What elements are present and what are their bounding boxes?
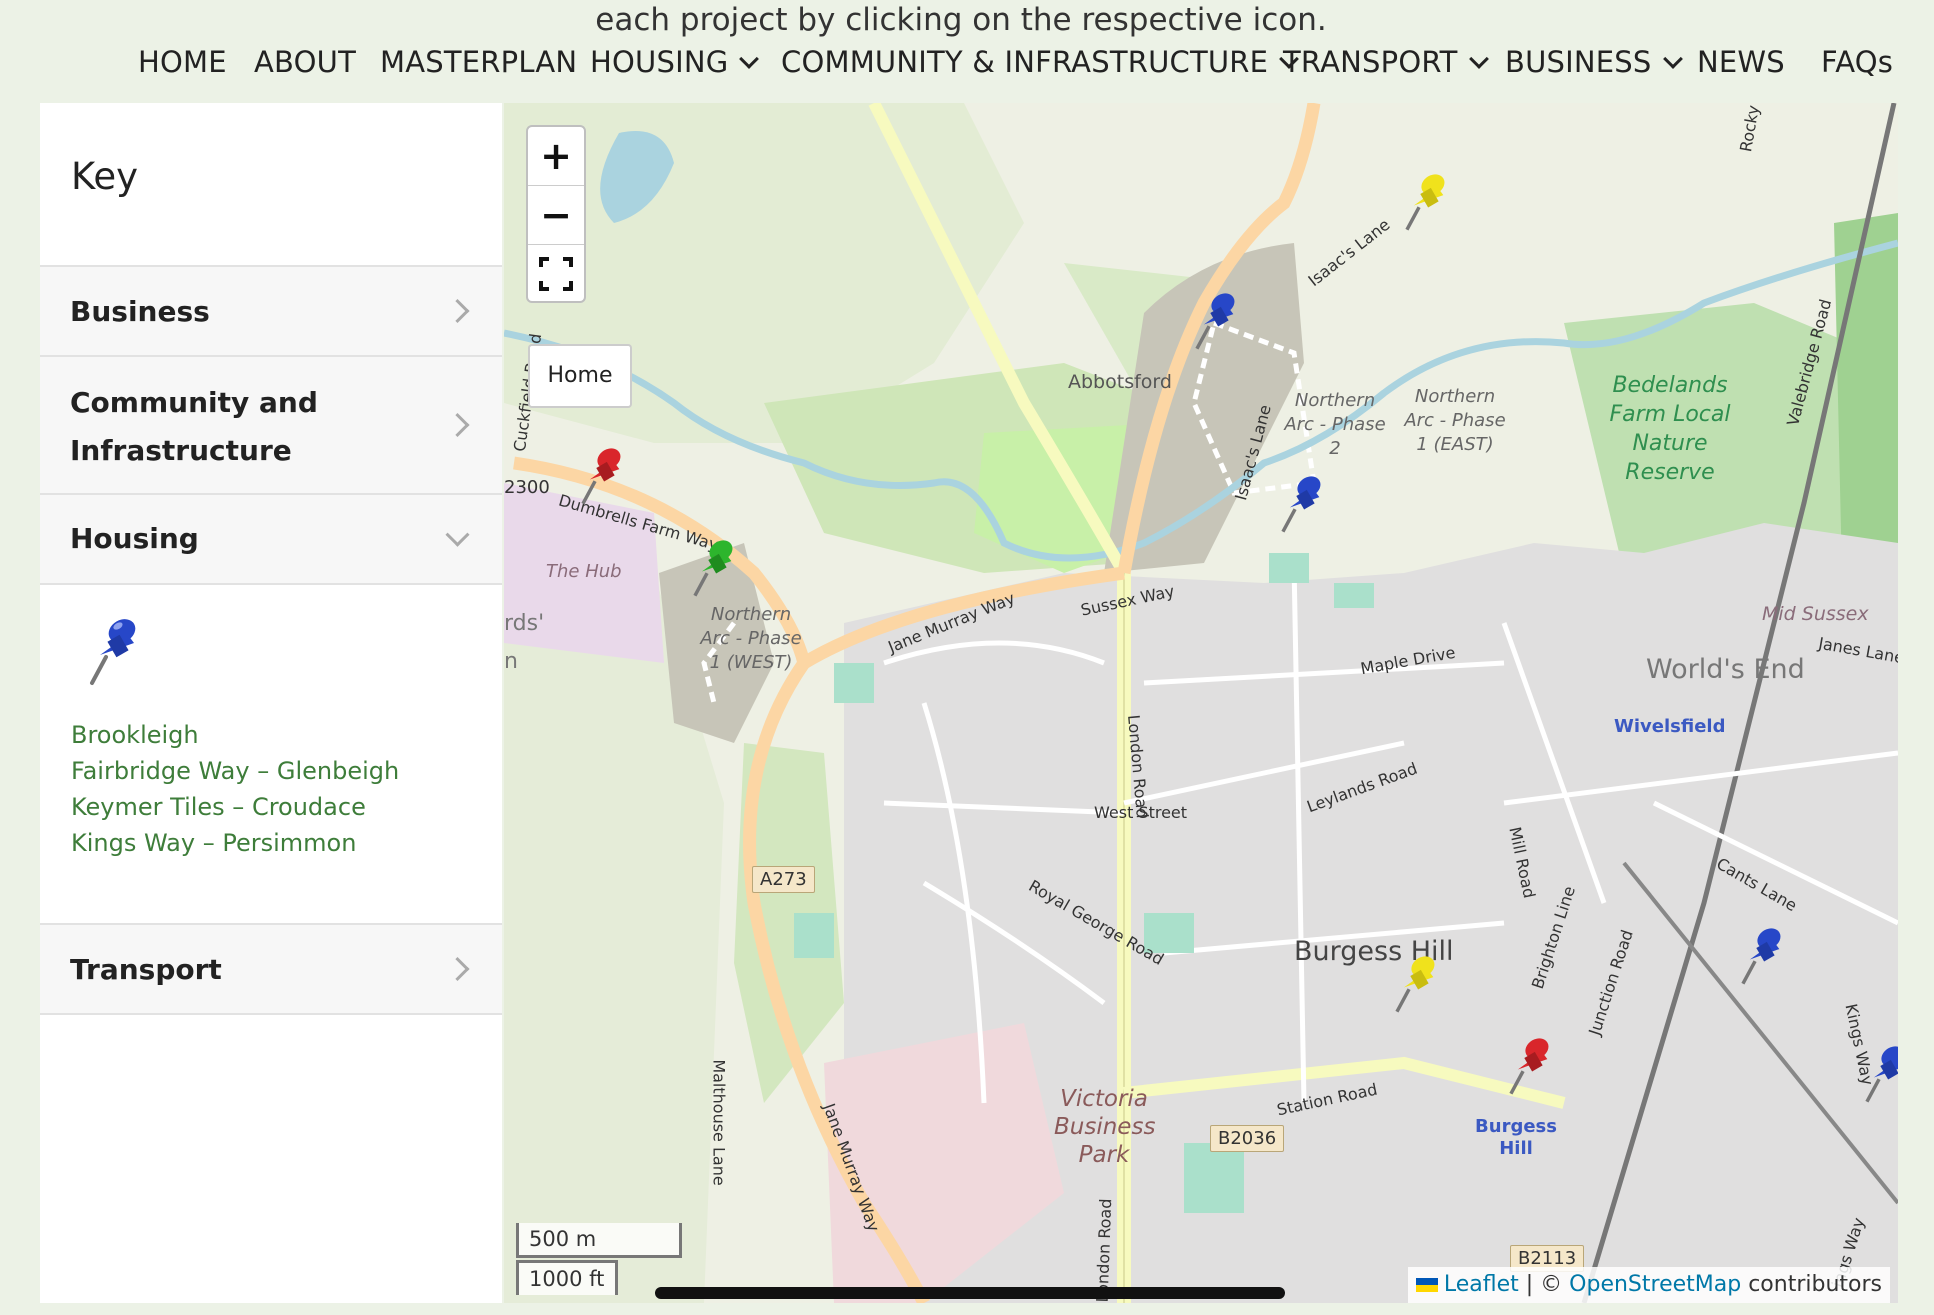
fullscreen-icon [539, 257, 573, 291]
accordion-label: Housing [70, 522, 199, 555]
nav-faqs[interactable]: FAQs [1821, 40, 1893, 84]
scale-metric: 500 m [516, 1223, 682, 1258]
chevron-right-icon [445, 298, 470, 324]
road-label-malthouse-lane: Malthouse Lane [709, 1059, 729, 1186]
red-pushpin-marker[interactable] [576, 443, 628, 509]
chevron-right-icon [445, 956, 470, 982]
accordion-business[interactable]: Business [40, 265, 502, 357]
nav-about[interactable]: ABOUT [254, 40, 356, 84]
map-scale: 500 m 1000 ft [516, 1223, 682, 1295]
horizontal-scrollbar[interactable] [655, 1287, 1285, 1299]
chevron-down-icon [1468, 49, 1489, 69]
accordion-label: Business [70, 295, 210, 328]
road-badge-a273: A273 [752, 866, 815, 893]
accordion-community-infrastructure[interactable]: Community and Infrastructure [40, 357, 502, 495]
map-label-bedelands: Bedelands Farm Local Nature Reserve [1609, 373, 1731, 485]
blue-pushpin-icon [90, 619, 136, 685]
map-view[interactable]: Abbotsford Burgess Hill World's End Mid … [504, 103, 1898, 1303]
road-label-west-street: West Street [1094, 803, 1188, 822]
map-label-northern-arc-phase1-west: Northern Arc - Phase 1 (WEST) [700, 604, 802, 673]
map-label-burgess-hill-station: Burgess Hill [1475, 1116, 1557, 1159]
housing-link-keymer[interactable]: Keymer Tiles – Croudace [71, 789, 399, 825]
key-title: Key [71, 155, 139, 198]
blue-pushpin-marker[interactable] [1860, 1041, 1898, 1107]
chevron-right-icon [445, 412, 470, 438]
accordion-transport[interactable]: Transport [40, 923, 502, 1015]
nav-business[interactable]: BUSINESS [1505, 40, 1683, 84]
ukraine-flag-icon [1415, 1278, 1438, 1292]
nav-home[interactable]: HOME [138, 40, 227, 84]
road-badge-b2036: B2036 [1210, 1125, 1285, 1152]
map-label-victoria-business-park: Victoria Business Park [1054, 1086, 1156, 1168]
nav-transport[interactable]: TRANSPORT [1283, 40, 1489, 84]
key-accordion: Business Community and Infrastructure Ho… [40, 265, 502, 1015]
zoom-controls: + − [526, 125, 586, 303]
map-attribution: Leaflet | © OpenStreetMap contributors [1407, 1267, 1890, 1303]
chevron-down-icon [739, 49, 760, 69]
main-navigation: HOME ABOUT MASTERPLAN HOUSING COMMUNITY … [0, 40, 1934, 84]
blue-pushpin-marker[interactable] [1736, 923, 1788, 989]
map-label-northern-arc-phase2: Northern Arc - Phase 2 [1284, 390, 1386, 459]
zoom-in-button[interactable]: + [528, 127, 584, 186]
map-label-mid-sussex: Mid Sussex [1762, 603, 1869, 625]
housing-link-brookleigh[interactable]: Brookleigh [71, 717, 399, 753]
chevron-down-icon [1662, 49, 1683, 69]
housing-link-kings-way[interactable]: Kings Way – Persimmon [71, 825, 399, 861]
map-label-the-hub: The Hub [546, 561, 622, 582]
accordion-housing[interactable]: Housing [40, 495, 502, 585]
blue-pushpin-marker[interactable] [1190, 288, 1242, 354]
road-label-b2300: 2300 [504, 477, 550, 498]
map-key-sidebar: Key Business Community and Infrastructur… [40, 103, 502, 1303]
red-pushpin-marker[interactable] [1504, 1033, 1556, 1099]
nav-masterplan[interactable]: MASTERPLAN [380, 40, 577, 84]
map-label-fragment: rds' [504, 611, 545, 636]
yellow-pushpin-marker[interactable] [1400, 169, 1452, 235]
leaflet-link[interactable]: Leaflet [1444, 1272, 1519, 1297]
map-label-wivelsfield: Wivelsfield [1614, 716, 1726, 737]
map-label-northern-arc-phase1-east: Northern Arc - Phase 1 (EAST) [1404, 386, 1506, 455]
accordion-label: Transport [70, 953, 222, 986]
nav-news[interactable]: NEWS [1697, 40, 1785, 84]
nav-community-infrastructure[interactable]: COMMUNITY & INFRASTRUCTURE [781, 40, 1300, 84]
housing-panel: Brookleigh Fairbridge Way – Glenbeigh Ke… [40, 585, 502, 923]
osm-link[interactable]: OpenStreetMap [1569, 1272, 1741, 1297]
map-label-worlds-end: World's End [1646, 654, 1805, 685]
accordion-label: Community and Infrastructure [70, 386, 318, 467]
map-home-button[interactable]: Home [528, 344, 632, 408]
blue-pushpin-marker[interactable] [1276, 471, 1328, 537]
chevron-down-icon [445, 522, 470, 547]
scale-imperial: 1000 ft [516, 1260, 618, 1295]
housing-link-fairbridge[interactable]: Fairbridge Way – Glenbeigh [71, 753, 399, 789]
map-label-fragment: n [504, 649, 518, 674]
map-label-abbotsford: Abbotsford [1068, 371, 1172, 393]
nav-housing[interactable]: HOUSING [590, 40, 760, 84]
yellow-pushpin-marker[interactable] [1390, 951, 1442, 1017]
intro-text: each project by clicking on the respecti… [595, 2, 1327, 38]
zoom-out-button[interactable]: − [528, 186, 584, 245]
fullscreen-button[interactable] [528, 245, 584, 303]
housing-project-list: Brookleigh Fairbridge Way – Glenbeigh Ke… [71, 717, 399, 861]
green-pushpin-marker[interactable] [688, 535, 740, 601]
